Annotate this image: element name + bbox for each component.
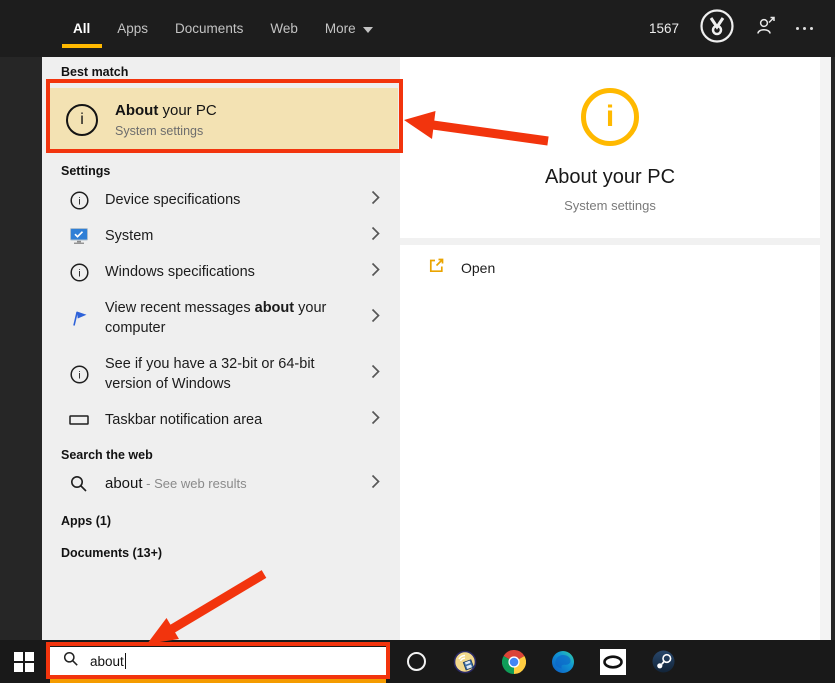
label-bold: about bbox=[254, 300, 295, 316]
result-32bit-64bit[interactable]: i See if you have a 32-bit or 64-bit ver… bbox=[42, 346, 400, 402]
best-match-title-bold: About bbox=[115, 102, 159, 119]
tab-more-label: More bbox=[324, 21, 356, 36]
best-match-header: Best match bbox=[61, 65, 129, 79]
result-windows-specifications[interactable]: i Windows specifications bbox=[42, 254, 400, 290]
chevron-right-icon bbox=[371, 410, 380, 430]
preview-title: About your PC bbox=[544, 166, 676, 188]
result-device-specifications[interactable]: i Device specifications bbox=[42, 182, 400, 218]
start-button[interactable] bbox=[0, 640, 48, 683]
tab-documents[interactable]: Documents bbox=[175, 21, 243, 36]
documents-header[interactable]: Documents (13+) bbox=[42, 542, 400, 564]
info-icon: i bbox=[68, 262, 90, 282]
result-label: Taskbar notification area bbox=[105, 412, 263, 428]
info-circle-icon: i bbox=[581, 88, 639, 146]
result-taskbar-notification-area[interactable]: Taskbar notification area bbox=[42, 402, 400, 438]
tab-apps[interactable]: Apps bbox=[117, 21, 148, 36]
info-icon: i bbox=[68, 190, 90, 210]
taskbar-search-input[interactable]: about bbox=[50, 647, 386, 675]
tab-more[interactable]: More bbox=[325, 21, 373, 36]
rewards-points: 1567 bbox=[648, 21, 679, 36]
search-results-panel: Best match i About your PC System settin… bbox=[42, 57, 400, 640]
preview-divider bbox=[400, 238, 820, 245]
result-label: Windows specifications bbox=[105, 264, 255, 280]
web-hint: See web results bbox=[154, 476, 247, 491]
cortana-ring-icon[interactable] bbox=[404, 650, 428, 674]
result-label: See if you have a 32-bit or 64-bit versi… bbox=[105, 356, 315, 392]
chevron-right-icon bbox=[371, 226, 380, 246]
result-system[interactable]: System bbox=[42, 218, 400, 254]
text-cursor bbox=[124, 653, 126, 669]
oculus-icon[interactable] bbox=[600, 648, 626, 675]
info-icon: i bbox=[68, 364, 90, 384]
svg-text:i: i bbox=[78, 195, 80, 207]
system-monitor-icon bbox=[68, 227, 90, 245]
edge-icon[interactable] bbox=[551, 650, 575, 674]
windows-start-icon bbox=[14, 651, 34, 672]
scrollbar-track[interactable] bbox=[820, 57, 831, 640]
result-label: Device specifications bbox=[105, 192, 241, 208]
media-app-icon[interactable] bbox=[453, 650, 477, 674]
account-icon[interactable] bbox=[755, 16, 776, 41]
chevron-right-icon bbox=[371, 262, 380, 282]
result-view-recent-messages[interactable]: View recent messages about your computer bbox=[42, 290, 400, 346]
tab-web[interactable]: Web bbox=[270, 21, 298, 36]
chrome-icon[interactable] bbox=[502, 649, 526, 674]
flag-icon bbox=[68, 308, 90, 328]
ellipsis-icon[interactable] bbox=[796, 27, 813, 30]
web-query: about bbox=[105, 475, 143, 492]
filter-tabs: All Apps Documents Web More bbox=[73, 21, 373, 36]
info-icon: i bbox=[66, 104, 98, 136]
chevron-right-icon bbox=[371, 308, 380, 328]
open-external-icon bbox=[428, 257, 445, 279]
open-action[interactable]: Open bbox=[400, 245, 820, 291]
result-label: System bbox=[105, 228, 154, 244]
best-match-title: About your PC bbox=[115, 102, 217, 119]
svg-text:i: i bbox=[78, 267, 80, 279]
chevron-right-icon bbox=[371, 364, 380, 384]
preview-hero: i About your PC System settings bbox=[400, 57, 820, 238]
active-tab-underline bbox=[62, 44, 102, 48]
taskbar-area-icon bbox=[68, 411, 90, 429]
search-input-value: about bbox=[90, 653, 124, 669]
rewards-medal-icon[interactable] bbox=[699, 8, 735, 49]
windows-search-flyout: All Apps Documents Web More 1567 Best ma… bbox=[0, 0, 835, 683]
best-match-title-rest: your PC bbox=[158, 102, 217, 119]
search-icon bbox=[63, 651, 79, 672]
search-box-accent-underline bbox=[50, 679, 386, 683]
apps-header[interactable]: Apps (1) bbox=[42, 510, 400, 532]
result-label: View recent messages about your computer bbox=[105, 298, 355, 338]
result-web-search[interactable]: about - See web results bbox=[42, 466, 400, 502]
search-icon bbox=[68, 475, 90, 493]
preview-subtitle: System settings bbox=[564, 198, 656, 213]
best-match-subtitle: System settings bbox=[115, 124, 204, 138]
preview-panel: i About your PC System settings Open bbox=[400, 57, 820, 640]
result-label: about - See web results bbox=[105, 474, 247, 494]
svg-text:i: i bbox=[78, 369, 80, 381]
chevron-down-icon bbox=[362, 27, 373, 33]
chevron-right-icon bbox=[371, 190, 380, 210]
settings-header: Settings bbox=[61, 164, 111, 178]
search-filter-bar: All Apps Documents Web More 1567 bbox=[0, 0, 835, 57]
web-separator: - bbox=[142, 476, 155, 491]
steam-icon[interactable] bbox=[651, 650, 675, 674]
search-the-web-header: Search the web bbox=[61, 448, 153, 462]
taskbar: about bbox=[0, 640, 835, 683]
tab-all[interactable]: All bbox=[73, 21, 90, 36]
open-label: Open bbox=[461, 260, 496, 276]
best-match-result[interactable]: i About your PC System settings bbox=[50, 88, 398, 152]
label-prefix: View recent messages bbox=[105, 300, 255, 316]
chevron-right-icon bbox=[371, 474, 380, 494]
